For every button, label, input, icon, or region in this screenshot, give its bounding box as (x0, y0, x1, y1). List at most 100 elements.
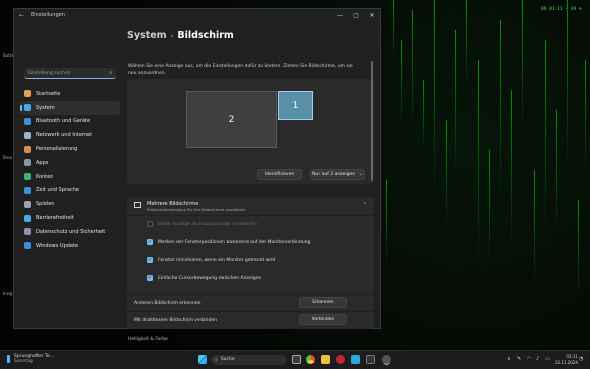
update-icon (24, 242, 31, 250)
option-row: Diese Anzeige als Hauptanzeige verwenden (147, 221, 257, 227)
wifi-icon[interactable]: ◠ (527, 356, 531, 362)
monitor-1-tile[interactable]: 1 (278, 91, 313, 120)
volume-icon[interactable]: ♪ (536, 356, 539, 362)
option-label: Fenster minimieren, wenn ein Monitor get… (158, 257, 276, 263)
detect-label: Anderen Bildschirm erkennen (134, 300, 201, 306)
sidebar-item-accessibility[interactable]: Barrierefreiheit (20, 211, 120, 225)
sidebar-item-label: Datenschutz und Sicherheit (36, 228, 106, 235)
sidebar-item-account[interactable]: Konten (20, 170, 120, 184)
scrollbar[interactable] (371, 61, 373, 181)
sidebar-item-label: System (36, 104, 55, 111)
connect-button[interactable]: Verbinden (299, 314, 347, 325)
sidebar-item-shield[interactable]: Datenschutz und Sicherheit (20, 225, 120, 239)
sidebar-item-label: Personalisierung (36, 146, 78, 153)
checkbox[interactable]: ✓ (147, 257, 153, 263)
globe-clock-icon (24, 186, 31, 194)
accessibility-icon (24, 214, 31, 222)
pen-icon[interactable]: ✎ (517, 356, 521, 362)
sidebar-item-label: Startseite (36, 90, 61, 97)
desktop-icon-label[interactable]: Broo (3, 155, 12, 160)
sidebar-item-brush[interactable]: Personalisierung (20, 142, 120, 156)
multiple-displays-section: Mehrere Bildschirme Präsentationsmodus f… (127, 197, 374, 329)
display-mode-dropdown[interactable]: Nur auf 2 anzeigen ⌄ (310, 169, 365, 180)
divider (127, 294, 374, 295)
search-icon: ⌕ (215, 356, 218, 363)
breadcrumb-parent[interactable]: System (127, 30, 167, 41)
search-placeholder: Einstellung suchen (28, 70, 71, 76)
desktop-icon-label[interactable]: Insig (3, 291, 12, 296)
sidebar-item-label: Barrierefreiheit (36, 215, 74, 222)
sidebar-item-label: Windows Update (36, 242, 79, 249)
sidebar-item-system[interactable]: System (20, 100, 120, 115)
divider (127, 311, 374, 312)
next-section-heading: Helligkeit & Farbe (128, 337, 168, 342)
sidebar-item-label: Zeit und Sprache (36, 187, 80, 194)
desktop-clock-widget: 89 01:11 · 49 % (541, 7, 582, 12)
breadcrumb-separator: › (170, 32, 174, 40)
tray-overflow-icon[interactable]: ∧ (507, 356, 511, 362)
sidebar-item-label: Bluetooth und Geräte (36, 118, 91, 125)
taskbar-clock[interactable]: 01:11 22.11.2024 (555, 354, 578, 365)
monitor-2-tile[interactable]: 2 (186, 91, 277, 148)
option-row[interactable]: ✓ Einfache Cursorbewegung zwischen Anzeig… (147, 275, 261, 281)
page-title: Bildschirm (177, 30, 234, 41)
system-icon (24, 104, 31, 112)
taskbar: Sprunghafter Te... Sonntag ⌕ Suche ∧ ✎ ◠… (0, 350, 590, 369)
sidebar-item-label: Konten (36, 173, 54, 180)
start-icon[interactable] (198, 355, 207, 364)
option-label: Einfache Cursorbewegung zwischen Anzeige… (158, 275, 262, 281)
search-icon: ⌕ (109, 70, 112, 76)
section-subtitle: Präsentationsmodus für Ihre Bildschirme … (147, 207, 246, 212)
detect-button[interactable]: Erkennen (299, 297, 347, 308)
back-arrow-icon[interactable]: ← (19, 12, 27, 19)
taskbar-search-label: Suche (220, 357, 235, 362)
sidebar: Einstellung suchen ⌕ Startseite System Blu… (14, 21, 120, 328)
shield-icon (24, 228, 31, 236)
settings-search-input[interactable]: Einstellung suchen ⌕ (24, 68, 116, 79)
home-icon (24, 90, 31, 98)
settings-gear-icon[interactable] (382, 355, 391, 364)
sidebar-item-apps[interactable]: Apps (20, 156, 120, 170)
bell-icon[interactable]: ◔ (579, 356, 583, 362)
window-title: Einstellungen (31, 12, 65, 18)
sidebar-item-wifi[interactable]: Netzwerk und Internet (20, 128, 120, 142)
task-view-icon[interactable] (292, 355, 301, 364)
store-icon[interactable] (351, 355, 360, 364)
file-explorer-icon[interactable] (321, 355, 330, 364)
checkbox (147, 221, 153, 227)
sidebar-item-globe-clock[interactable]: Zeit und Sprache (20, 184, 120, 198)
breadcrumb: System › Bildschirm (127, 30, 234, 41)
weather-widget[interactable]: Sprunghafter Te... Sonntag (7, 354, 54, 364)
wifi-icon (24, 131, 31, 139)
sidebar-item-gamepad[interactable]: Spielen (20, 197, 120, 211)
taskbar-search[interactable]: ⌕ Suche (211, 354, 287, 365)
maximize-icon[interactable]: ▢ (348, 12, 364, 19)
sidebar-item-label: Netzwerk und Internet (36, 132, 93, 139)
main-content: System › Bildschirm Wählen Sie eine Anzeig… (127, 21, 375, 342)
settings-window: ← Einstellungen — ▢ ✕ Einstellung suchen… (13, 8, 381, 342)
battery-icon[interactable]: ▭ (545, 356, 550, 362)
chevron-up-icon[interactable]: ⌃ (363, 202, 367, 208)
account-icon (24, 173, 31, 181)
sidebar-item-home[interactable]: Startseite (20, 87, 120, 101)
apps-icon (24, 159, 31, 167)
opera-icon[interactable] (336, 355, 345, 364)
sidebar-item-update[interactable]: Windows Update (20, 239, 120, 253)
title-bar[interactable]: ← Einstellungen — ▢ ✕ (14, 9, 380, 21)
terminal-icon[interactable] (366, 355, 375, 364)
close-icon[interactable]: ✕ (364, 12, 380, 19)
sidebar-item-label: Apps (36, 159, 49, 166)
brush-icon (24, 145, 31, 153)
option-row[interactable]: ✓ Merken der Fensterpositionen basierend … (147, 239, 310, 245)
checkbox[interactable]: ✓ (147, 275, 153, 281)
bluetooth-icon (24, 117, 31, 125)
minimize-icon[interactable]: — (332, 12, 348, 19)
identify-button[interactable]: Identifizieren (257, 169, 302, 180)
display-mode-value: Nur auf 2 anzeigen (312, 172, 356, 177)
sidebar-item-bluetooth[interactable]: Bluetooth und Geräte (20, 115, 120, 129)
multiple-displays-header[interactable]: Mehrere Bildschirme Präsentationsmodus f… (127, 197, 374, 215)
option-row[interactable]: ✓ Fenster minimieren, wenn ein Monitor ge… (147, 257, 275, 263)
checkbox[interactable]: ✓ (147, 239, 153, 245)
chrome-icon[interactable] (306, 355, 315, 364)
sidebar-item-label: Spielen (36, 201, 55, 208)
